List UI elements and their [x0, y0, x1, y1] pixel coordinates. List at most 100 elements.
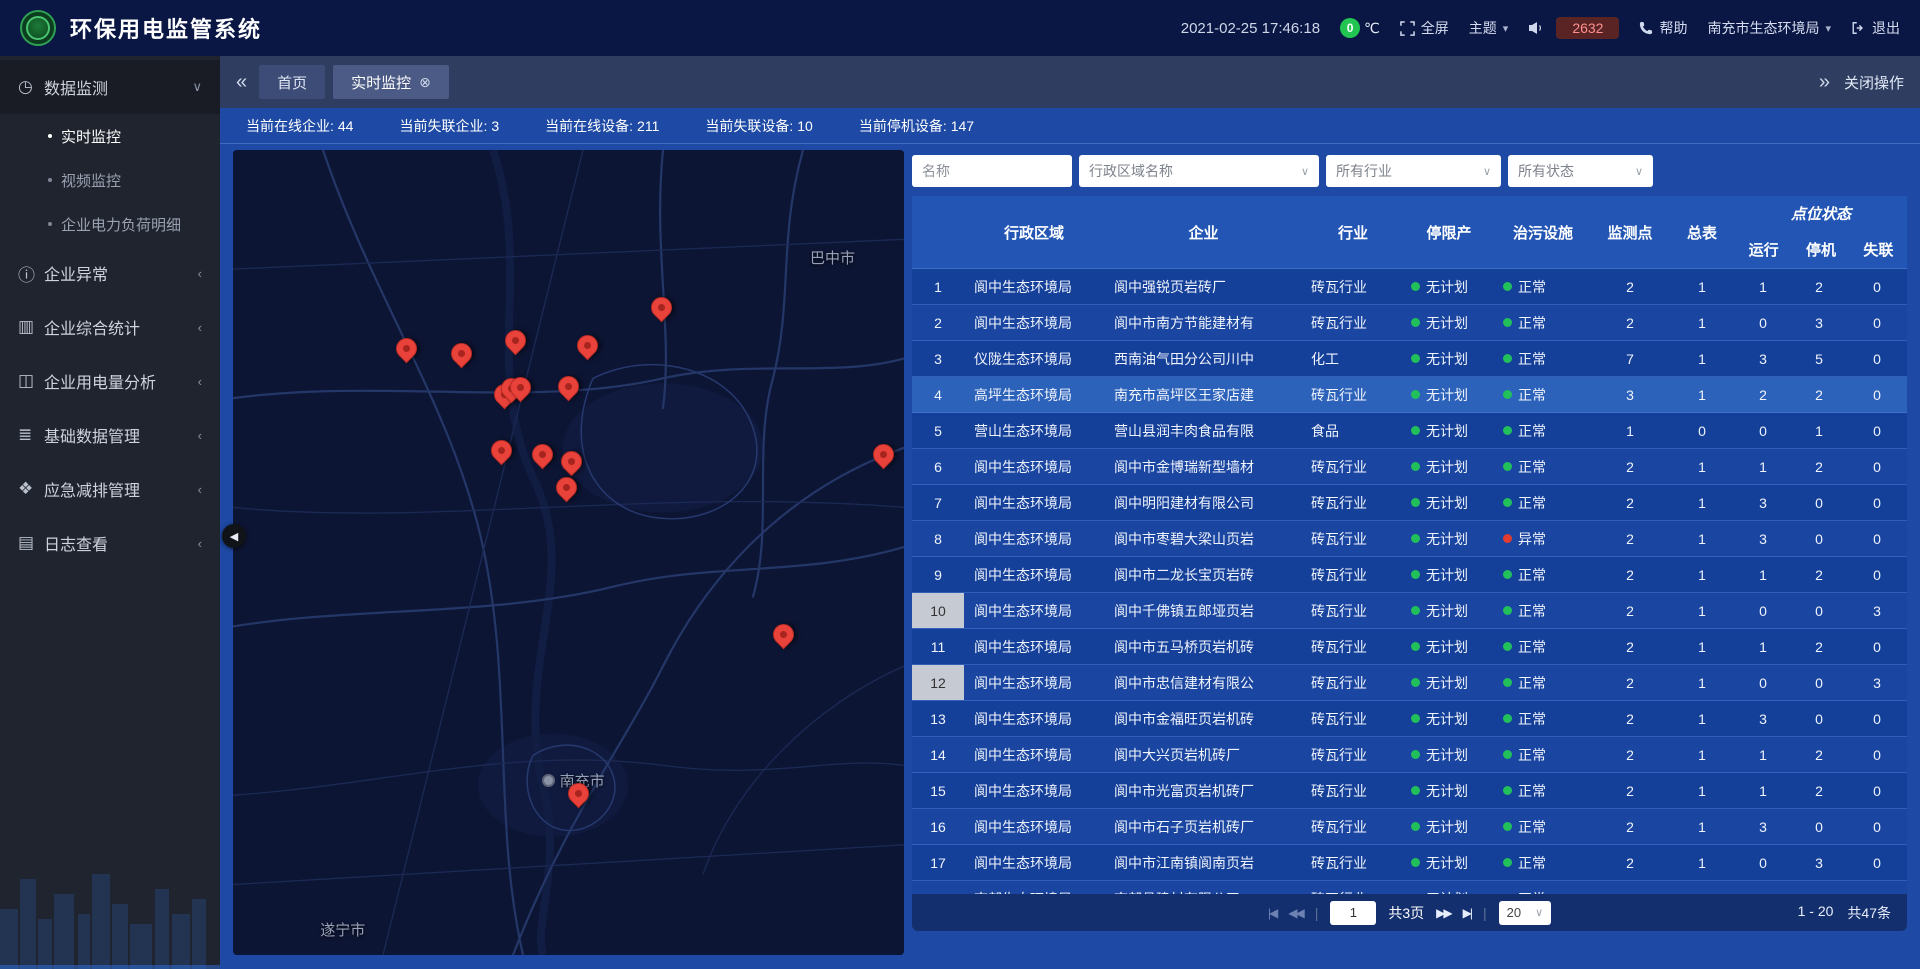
table-row[interactable]: 13阆中生态环境局阆中市金福旺页岩机砖砖瓦行业无计划正常21300: [912, 701, 1907, 737]
status-dot-green: [1411, 426, 1420, 435]
cell-points: 2: [1591, 269, 1669, 304]
next-page-button[interactable]: ▶▶: [1436, 906, 1450, 920]
last-page-button[interactable]: ▶|: [1463, 906, 1471, 920]
status-dot-green: [1503, 318, 1512, 327]
header-index: [912, 196, 964, 268]
tab-label: 首页: [277, 72, 307, 93]
sidebar-subitem[interactable]: 视频监控: [0, 158, 220, 202]
cell-lost: 0: [1847, 845, 1907, 880]
map-canvas[interactable]: 巴中市南充市遂宁市: [233, 150, 904, 955]
status-dot-green: [1503, 750, 1512, 759]
tab-close-icon[interactable]: ⊗: [419, 74, 431, 91]
theme-dropdown[interactable]: 主题 ▾: [1469, 18, 1509, 38]
sidebar-item-enterprise-abnormal[interactable]: ⓘ企业异常‹: [0, 246, 220, 300]
table-row[interactable]: 3仪陇生态环境局西南油气田分公司川中化工无计划正常71350: [912, 341, 1907, 377]
cell-region: 高坪生态环境局: [964, 377, 1104, 412]
prev-page-button[interactable]: ◀◀: [1288, 906, 1302, 920]
cell-region: 南部生态环境局: [964, 881, 1104, 894]
table-row[interactable]: 7阆中生态环境局阆中明阳建材有限公司砖瓦行业无计划正常21300: [912, 485, 1907, 521]
cell-meters: 1: [1669, 449, 1735, 484]
cell-region: 阆中生态环境局: [964, 701, 1104, 736]
cell-limit: 无计划: [1403, 701, 1495, 736]
pagination-divider: |: [1483, 905, 1487, 921]
sidebar-item-base-data-management[interactable]: ≣基础数据管理‹: [0, 408, 220, 462]
cell-region: 营山生态环境局: [964, 413, 1104, 448]
cell-meters: 1: [1669, 593, 1735, 628]
sidebar-subitem[interactable]: 企业电力负荷明细: [0, 202, 220, 246]
table-row[interactable]: 1阆中生态环境局阆中强锐页岩砖厂砖瓦行业无计划正常21120: [912, 269, 1907, 305]
cell-industry: 砖瓦行业: [1303, 737, 1403, 772]
header-points: 监测点: [1591, 196, 1669, 268]
fullscreen-button[interactable]: 全屏: [1400, 18, 1449, 38]
tab-首页[interactable]: 首页: [259, 65, 325, 99]
help-button[interactable]: 帮助: [1639, 18, 1687, 38]
alarm-speaker-button[interactable]: [1528, 21, 1544, 35]
status-dot-green: [1411, 534, 1420, 543]
temperature-unit: ℃: [1364, 20, 1380, 37]
chevron-left-icon: ‹: [198, 320, 202, 335]
tabs-scroll-left-button[interactable]: «: [236, 72, 247, 92]
cell-company: 阆中明阳建材有限公司: [1104, 485, 1303, 520]
cell-points: 2: [1591, 629, 1669, 664]
status-dot-green: [1411, 822, 1420, 831]
status-dot-green: [1411, 714, 1420, 723]
table-row[interactable]: 10阆中生态环境局阆中千佛镇五郎垭页岩砖瓦行业无计划正常21003: [912, 593, 1907, 629]
logout-button[interactable]: 退出: [1851, 18, 1900, 38]
cell-stop: 2: [1791, 377, 1847, 412]
table-row[interactable]: 17阆中生态环境局阆中市江南镇阆南页岩砖瓦行业无计划正常21030: [912, 845, 1907, 881]
first-page-button[interactable]: |◀: [1268, 906, 1276, 920]
sidebar-item-data-monitor[interactable]: ◷数据监测∨: [0, 60, 220, 114]
org-dropdown[interactable]: 南充市生态环境局 ▾: [1707, 18, 1831, 38]
tabs-scroll-right-button[interactable]: »: [1819, 72, 1830, 92]
cell-run: 3: [1735, 485, 1791, 520]
region-filter-select[interactable]: 行政区域名称 ∨: [1079, 155, 1319, 187]
table-row[interactable]: 14阆中生态环境局阆中大兴页岩机砖厂砖瓦行业无计划正常21120: [912, 737, 1907, 773]
app-title: 环保用电监管系统: [70, 12, 262, 44]
cell-points: 2: [1591, 701, 1669, 736]
page-number-input[interactable]: [1330, 901, 1376, 925]
table-row[interactable]: 5营山生态环境局营山县润丰肉食品有限食品无计划正常10010: [912, 413, 1907, 449]
cell-industry: 砖瓦行业: [1303, 557, 1403, 592]
cell-facility: 正常: [1495, 773, 1591, 808]
table-row[interactable]: 8阆中生态环境局阆中市枣碧大梁山页岩砖瓦行业无计划异常21300: [912, 521, 1907, 557]
cell-meters: 1: [1669, 521, 1735, 556]
chevron-down-icon: ∨: [1483, 165, 1491, 178]
table-row[interactable]: 2阆中生态环境局阆中市南方节能建材有砖瓦行业无计划正常21030: [912, 305, 1907, 341]
table-row[interactable]: 15阆中生态环境局阆中市光富页岩机砖厂砖瓦行业无计划正常21120: [912, 773, 1907, 809]
cell-run: 1: [1735, 449, 1791, 484]
page-size-select[interactable]: 20 ∨: [1499, 901, 1552, 925]
table-row[interactable]: 12阆中生态环境局阆中市忠信建材有限公砖瓦行业无计划正常21003: [912, 665, 1907, 701]
table-row[interactable]: 4高坪生态环境局南充市高坪区王家店建砖瓦行业无计划正常31220: [912, 377, 1907, 413]
tabs-container: 首页 实时监控⊗: [259, 65, 449, 99]
cell-company: 阆中强锐页岩砖厂: [1104, 269, 1303, 304]
sidebar-item-power-usage-analysis[interactable]: ◫企业用电量分析‹: [0, 354, 220, 408]
table-row[interactable]: 9阆中生态环境局阆中市二龙长宝页岩砖砖瓦行业无计划正常21120: [912, 557, 1907, 593]
table-row[interactable]: 16阆中生态环境局阆中市石子页岩机砖厂砖瓦行业无计划正常21300: [912, 809, 1907, 845]
cell-company: 南部县建材有限公司: [1104, 881, 1303, 894]
chevron-down-icon: ∨: [1635, 165, 1643, 178]
cell-facility: 正常: [1495, 593, 1591, 628]
sidebar-item-label: 数据监测: [44, 75, 192, 99]
name-filter-input[interactable]: [912, 155, 1072, 187]
stat-item: 当前在线设备:211: [545, 116, 659, 136]
sidebar-subitem[interactable]: 实时监控: [0, 114, 220, 158]
table-row[interactable]: 11阆中生态环境局阆中市五马桥页岩机砖砖瓦行业无计划正常21120: [912, 629, 1907, 665]
status-filter-select[interactable]: 所有状态 ∨: [1508, 155, 1653, 187]
cell-company: 西南油气田分公司川中: [1104, 341, 1303, 376]
sidebar-item-enterprise-statistics[interactable]: ▥企业综合统计‹: [0, 300, 220, 354]
status-dot-green: [1411, 498, 1420, 507]
status-dot-green: [1503, 570, 1512, 579]
industry-filter-select[interactable]: 所有行业 ∨: [1326, 155, 1501, 187]
status-dot-green: [1503, 678, 1512, 687]
cell-facility: 正常: [1495, 485, 1591, 520]
alarm-count-badge[interactable]: 2632: [1556, 17, 1619, 39]
sidebar-item-emergency-reduction[interactable]: ❖应急减排管理‹: [0, 462, 220, 516]
table-row[interactable]: 6阆中生态环境局阆中市金博瑞新型墙材砖瓦行业无计划正常21120: [912, 449, 1907, 485]
sidebar-subitem-label: 企业电力负荷明细: [61, 214, 181, 235]
sidebar-item-log-view[interactable]: ▤日志查看‹: [0, 516, 220, 570]
close-operations-button[interactable]: 关闭操作: [1844, 72, 1904, 93]
cell-points: 2: [1591, 773, 1669, 808]
table-row[interactable]: 18南部生态环境局南部县建材有限公司砖瓦行业无计划正常21030: [912, 881, 1907, 894]
tab-实时监控[interactable]: 实时监控⊗: [333, 65, 449, 99]
header-status-group-title: 点位状态: [1735, 196, 1907, 230]
